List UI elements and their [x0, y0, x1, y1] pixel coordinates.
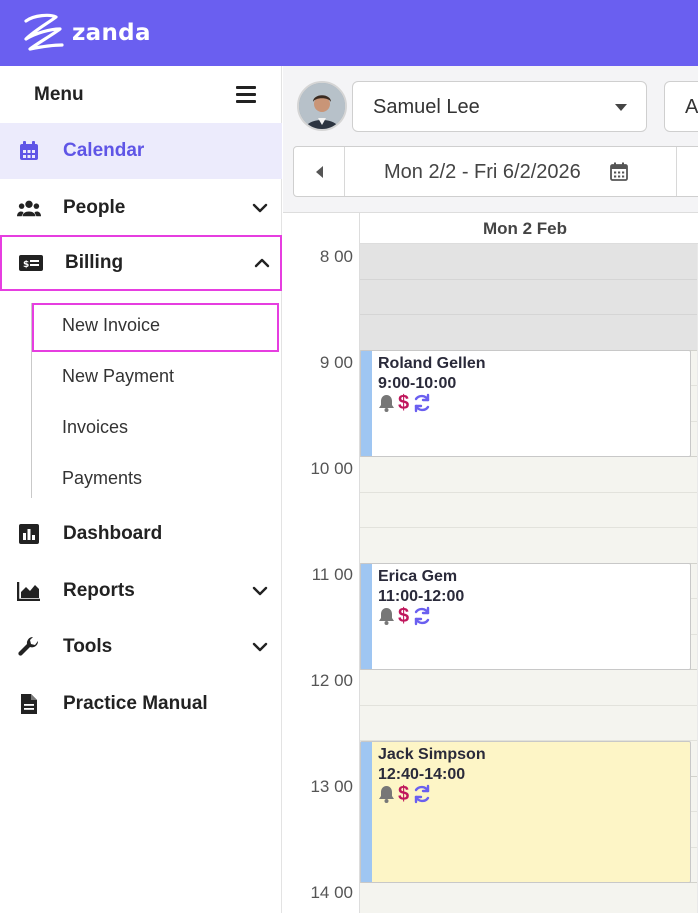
sidebar-item-billing[interactable]: $ Billing	[0, 235, 282, 291]
date-navigator: Mon 2/2 - Fri 6/2/2026	[293, 146, 698, 197]
chevron-up-icon[interactable]	[254, 255, 270, 271]
calendar-picker-icon[interactable]	[610, 162, 628, 181]
sidebar-item-practice-manual[interactable]: Practice Manual	[0, 676, 282, 732]
top-bar: zanda	[0, 0, 698, 66]
dashboard-icon	[17, 522, 41, 546]
appointment-status-icons: $	[378, 393, 435, 413]
zanda-logo[interactable]: zanda	[20, 11, 151, 55]
time-slot[interactable]	[360, 244, 698, 280]
dollar-icon: $	[398, 783, 410, 805]
sidebar-subitem-invoices[interactable]: Invoices	[62, 417, 128, 438]
appointment-client: Roland Gellen	[378, 355, 486, 372]
appointment-card[interactable]: Roland Gellen 9:00-10:00 $	[360, 350, 691, 457]
dollar-icon: $	[398, 605, 410, 627]
recurring-icon	[414, 784, 430, 804]
menu-header: Menu	[0, 66, 282, 123]
sidebar-item-dashboard[interactable]: Dashboard	[0, 506, 282, 562]
time-slot[interactable]	[360, 279, 698, 315]
time-slot[interactable]	[360, 706, 698, 741]
secondary-select[interactable]: A	[664, 81, 698, 132]
day-header-label: Mon 2 Feb	[482, 219, 568, 238]
sidebar-item-label: People	[63, 197, 126, 218]
reports-icon	[17, 579, 41, 603]
time-label: 14 00	[310, 883, 353, 902]
provider-select-value: Samuel Lee	[373, 96, 480, 118]
recurring-icon	[414, 393, 430, 413]
calendar-icon	[17, 139, 41, 163]
svg-text:$: $	[23, 260, 29, 270]
caret-left-icon	[316, 166, 323, 178]
secondary-select-value: A	[685, 96, 698, 118]
time-label: 13 00	[310, 777, 353, 796]
appointment-card[interactable]: Erica Gem 11:00-12:00 $	[360, 563, 691, 670]
sidebar-item-label: Billing	[65, 252, 124, 273]
appointment-status-icons: $	[378, 606, 435, 626]
appointment-client: Erica Gem	[378, 568, 458, 585]
time-label: 10 00	[310, 459, 353, 478]
next-week-divider	[676, 147, 677, 196]
appointment-status-icons: $	[378, 784, 435, 804]
time-label: 11 00	[311, 565, 353, 584]
people-icon	[17, 196, 41, 220]
sidebar-item-label: Dashboard	[63, 523, 163, 544]
sidebar-subitem-new-invoice[interactable]: New Invoice	[62, 315, 160, 336]
calendar-main: Samuel Lee A Mon 2/2 - Fri 6/2/2026 Mon …	[283, 66, 698, 913]
zanda-logo-icon	[24, 13, 64, 51]
time-slot[interactable]	[360, 315, 698, 351]
sidebar-subitem-payments[interactable]: Payments	[62, 468, 142, 489]
appointment-card[interactable]: Jack Simpson 12:40-14:00 $	[360, 741, 691, 883]
bell-icon	[379, 395, 394, 412]
appointment-color-stripe	[361, 742, 372, 882]
sidebar-item-label: Practice Manual	[63, 693, 208, 714]
sidebar-item-reports[interactable]: Reports	[0, 563, 282, 619]
appointment-time: 12:40-14:00	[378, 766, 466, 783]
time-slot[interactable]	[360, 457, 698, 493]
menu-title: Menu	[34, 84, 84, 105]
sidebar-item-label: Tools	[63, 636, 113, 657]
sidebar-item-label: Calendar	[63, 140, 145, 161]
time-label: 9 00	[319, 353, 353, 372]
time-label: 12 00	[310, 671, 353, 690]
appointment-time: 11:00-12:00	[378, 588, 465, 605]
sidebar-item-tools[interactable]: Tools	[0, 619, 282, 675]
time-column: 8 00 9 00 10 00 11 00 12 00 13 00 14 00	[283, 244, 359, 913]
appointment-color-stripe	[361, 351, 372, 456]
provider-select[interactable]: Samuel Lee	[352, 81, 647, 132]
chevron-down-icon[interactable]	[252, 200, 268, 216]
bell-icon	[379, 608, 394, 625]
date-range-label[interactable]: Mon 2/2 - Fri 6/2/2026	[384, 161, 581, 184]
previous-week-button[interactable]	[294, 147, 345, 196]
bell-icon	[379, 786, 394, 803]
chevron-down-icon[interactable]	[252, 583, 268, 599]
hamburger-icon[interactable]	[236, 86, 256, 103]
day-header[interactable]: Mon 2 Feb	[359, 213, 698, 244]
sidebar-item-label: Reports	[63, 580, 135, 601]
sidebar: Menu Calendar People $ Billing New Invoi…	[0, 66, 282, 913]
sidebar-item-people[interactable]: People	[0, 180, 282, 236]
calendar-grid: Mon 2 Feb 8 00 9 00 10 00 11 00 12 00 13…	[283, 212, 698, 913]
billing-icon: $	[19, 251, 43, 275]
day-column[interactable]: Roland Gellen 9:00-10:00 $ Erica Gem 11:…	[359, 244, 698, 913]
sidebar-item-calendar[interactable]: Calendar	[0, 123, 282, 179]
provider-avatar[interactable]	[297, 81, 347, 131]
sidebar-subitem-new-payment[interactable]: New Payment	[62, 366, 174, 387]
brand-name: zanda	[72, 20, 151, 46]
caret-down-icon	[615, 104, 627, 111]
appointment-time: 9:00-10:00	[378, 375, 457, 392]
time-slot[interactable]	[360, 493, 698, 528]
document-icon	[17, 692, 41, 716]
time-slot[interactable]	[360, 670, 698, 706]
time-slot[interactable]	[360, 528, 698, 564]
appointment-client: Jack Simpson	[378, 746, 486, 763]
dollar-icon: $	[398, 392, 410, 414]
appointment-color-stripe	[361, 564, 372, 669]
wrench-icon	[17, 635, 41, 659]
time-slot[interactable]	[360, 883, 698, 913]
chevron-down-icon[interactable]	[252, 639, 268, 655]
recurring-icon	[414, 606, 430, 626]
time-label: 8 00	[319, 247, 353, 266]
